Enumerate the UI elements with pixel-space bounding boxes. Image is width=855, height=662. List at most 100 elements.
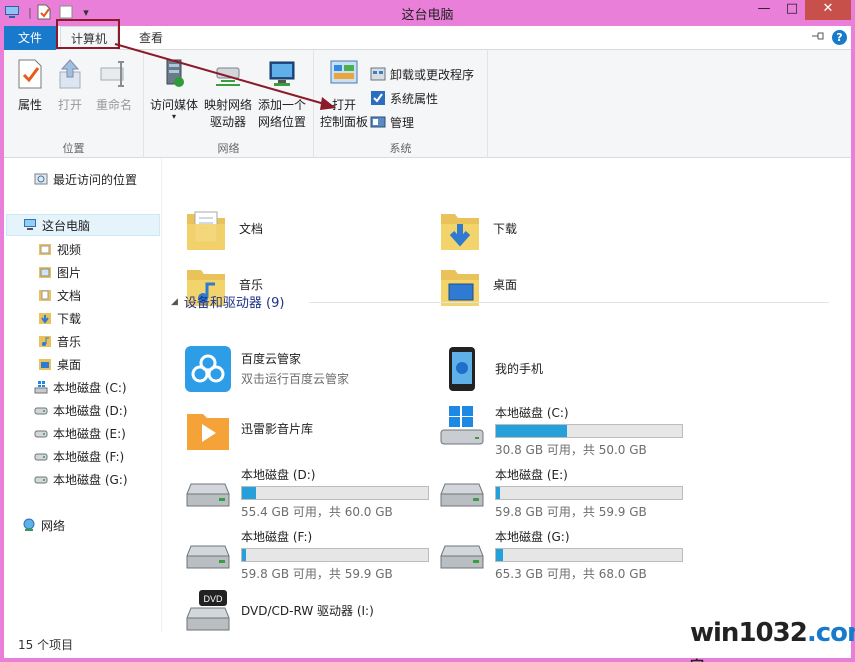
drive-usage-fill	[496, 549, 504, 561]
drive-dvd[interactable]: DVD DVD/CD-RW 驱动器 (I:)	[185, 588, 374, 632]
drive-usage-bar	[241, 548, 429, 562]
devices-section-header[interactable]: ◢ 设备和驱动器 (9)	[171, 292, 284, 311]
baidu-cloud-icon	[185, 346, 231, 392]
device-my-phone[interactable]: 我的手机	[439, 346, 543, 392]
control-panel-icon	[330, 60, 358, 84]
tab-view[interactable]: 查看	[128, 26, 174, 51]
drive-g[interactable]: 本地磁盘 (G:) 65.3 GB 可用，共 68.0 GB	[439, 528, 683, 582]
open-control-panel-button[interactable]: 打开 控制面板	[318, 58, 370, 131]
nav-item-label: 文档	[57, 288, 82, 303]
collapse-chevron-icon[interactable]: ◢	[171, 297, 178, 307]
add-location-label-1: 添加一个	[257, 98, 306, 112]
nav-item-videos[interactable]: 视频	[38, 238, 81, 260]
nav-drive-c[interactable]: 本地磁盘 (C:)	[34, 376, 127, 398]
nav-item-label: 下载	[57, 311, 82, 326]
devices-header-label: 设备和驱动器 (9)	[183, 296, 285, 311]
system-properties-button[interactable]: 系统属性	[370, 88, 438, 108]
properties-button[interactable]: 属性	[14, 58, 46, 114]
device-name: 迅雷影音片库	[241, 422, 314, 436]
manage-icon	[370, 116, 386, 128]
nav-item-desktop[interactable]: 桌面	[38, 353, 81, 375]
nav-drive-d[interactable]: 本地磁盘 (D:)	[34, 399, 127, 421]
title-bar: | ▾ 这台电脑 — □ ✕	[0, 0, 855, 26]
section-divider	[309, 302, 829, 303]
access-media-button[interactable]: 访问媒体 ▾	[148, 58, 200, 121]
nav-drive-e[interactable]: 本地磁盘 (E:)	[34, 422, 126, 444]
pictures-folder-icon	[39, 267, 51, 278]
add-location-label-2: 网络位置	[257, 115, 306, 129]
drive-info: 65.3 GB 可用，共 68.0 GB	[495, 567, 647, 581]
watermark-text: win1032	[690, 618, 808, 648]
map-drive-label-1: 映射网络	[203, 98, 252, 112]
videos-folder-icon	[39, 244, 51, 255]
drive-usage-bar	[495, 424, 683, 438]
device-name: 百度云管家	[241, 352, 302, 366]
folder-downloads[interactable]: 下载	[439, 204, 517, 252]
system-properties-icon	[371, 91, 385, 105]
drive-c[interactable]: 本地磁盘 (C:) 30.8 GB 可用，共 50.0 GB	[439, 404, 683, 458]
group-location-label: 位置	[62, 142, 85, 155]
nav-item-music[interactable]: 音乐	[38, 330, 81, 352]
drive-e[interactable]: 本地磁盘 (E:) 59.8 GB 可用，共 59.9 GB	[439, 466, 683, 520]
nav-drive-label: 本地磁盘 (F:)	[53, 449, 125, 464]
drive-icon	[34, 453, 48, 461]
maximize-button[interactable]: □	[778, 0, 806, 20]
open-cp-label-2: 控制面板	[319, 115, 368, 129]
media-server-icon	[166, 59, 184, 87]
open-cp-label-1: 打开	[331, 98, 356, 112]
nav-drive-g[interactable]: 本地磁盘 (G:)	[34, 468, 128, 490]
minimize-button[interactable]: —	[750, 0, 778, 20]
group-location: 属性 打开 重命名 位置	[4, 50, 144, 158]
nav-item-label: 视频	[57, 242, 82, 257]
tab-file[interactable]: 文件	[4, 26, 56, 50]
group-network: 访问媒体 ▾ 映射网络 驱动器 添加一个 网络位置 网络	[144, 50, 314, 158]
close-button[interactable]: ✕	[805, 0, 851, 20]
drive-f[interactable]: 本地磁盘 (F:) 59.8 GB 可用，共 59.9 GB	[185, 528, 429, 582]
nav-drive-label: 本地磁盘 (E:)	[53, 426, 126, 441]
window-title: 这台电脑	[401, 8, 454, 23]
programs-icon	[370, 67, 386, 81]
uninstall-program-button[interactable]: 卸载或更改程序	[370, 64, 474, 84]
nav-this-pc-label: 这台电脑	[42, 218, 91, 233]
drive-info: 30.8 GB 可用，共 50.0 GB	[495, 443, 647, 457]
nav-recent-places[interactable]: 最近访问的位置	[34, 168, 137, 190]
add-network-location-button[interactable]: 添加一个 网络位置	[254, 58, 310, 131]
nav-network[interactable]: 网络	[22, 514, 65, 536]
nav-item-label: 图片	[57, 265, 82, 280]
computer-icon	[24, 219, 36, 230]
drive-usage-fill	[496, 487, 500, 499]
nav-item-downloads[interactable]: 下载	[38, 307, 81, 329]
nav-item-pictures[interactable]: 图片	[38, 261, 81, 283]
network-drive-icon	[216, 67, 240, 86]
open-button[interactable]: 打开	[54, 58, 86, 114]
nav-item-label: 音乐	[57, 334, 82, 349]
downloads-folder-icon	[39, 313, 51, 324]
nav-this-pc[interactable]: 这台电脑	[6, 214, 160, 236]
pin-ribbon-icon[interactable]	[812, 31, 826, 44]
downloads-folder-icon	[441, 214, 479, 250]
map-network-drive-button[interactable]: 映射网络 驱动器	[202, 58, 254, 131]
drive-info: 55.4 GB 可用，共 60.0 GB	[241, 505, 393, 519]
nav-drive-f[interactable]: 本地磁盘 (F:)	[34, 445, 124, 467]
help-icon[interactable]: ?	[832, 30, 847, 45]
device-xunlei-library[interactable]: 迅雷影音片库	[185, 406, 313, 452]
device-baidu-cloud[interactable]: 百度云管家 双击运行百度云管家	[185, 346, 349, 392]
drive-d[interactable]: 本地磁盘 (D:) 55.4 GB 可用，共 60.0 GB	[185, 466, 429, 520]
device-name: 我的手机	[495, 362, 544, 376]
nav-item-documents[interactable]: 文档	[38, 284, 81, 306]
manage-button[interactable]: 管理	[370, 112, 414, 132]
folder-documents[interactable]: 文档	[185, 204, 263, 252]
documents-folder-icon	[187, 211, 225, 250]
music-folder-icon	[39, 336, 51, 347]
access-media-dropdown-icon: ▾	[171, 112, 176, 121]
dvd-drive-icon: DVD	[186, 590, 230, 631]
drive-name: 本地磁盘 (D:)	[241, 468, 316, 482]
rename-button[interactable]: 重命名	[94, 58, 134, 114]
folder-label: 文档	[239, 221, 264, 236]
nav-drive-label: 本地磁盘 (G:)	[53, 472, 128, 487]
drive-usage-bar	[495, 486, 683, 500]
folder-label: 桌面	[493, 277, 518, 292]
documents-folder-icon	[39, 290, 51, 301]
folder-desktop[interactable]: 桌面	[439, 260, 517, 308]
open-label: 打开	[57, 98, 82, 112]
